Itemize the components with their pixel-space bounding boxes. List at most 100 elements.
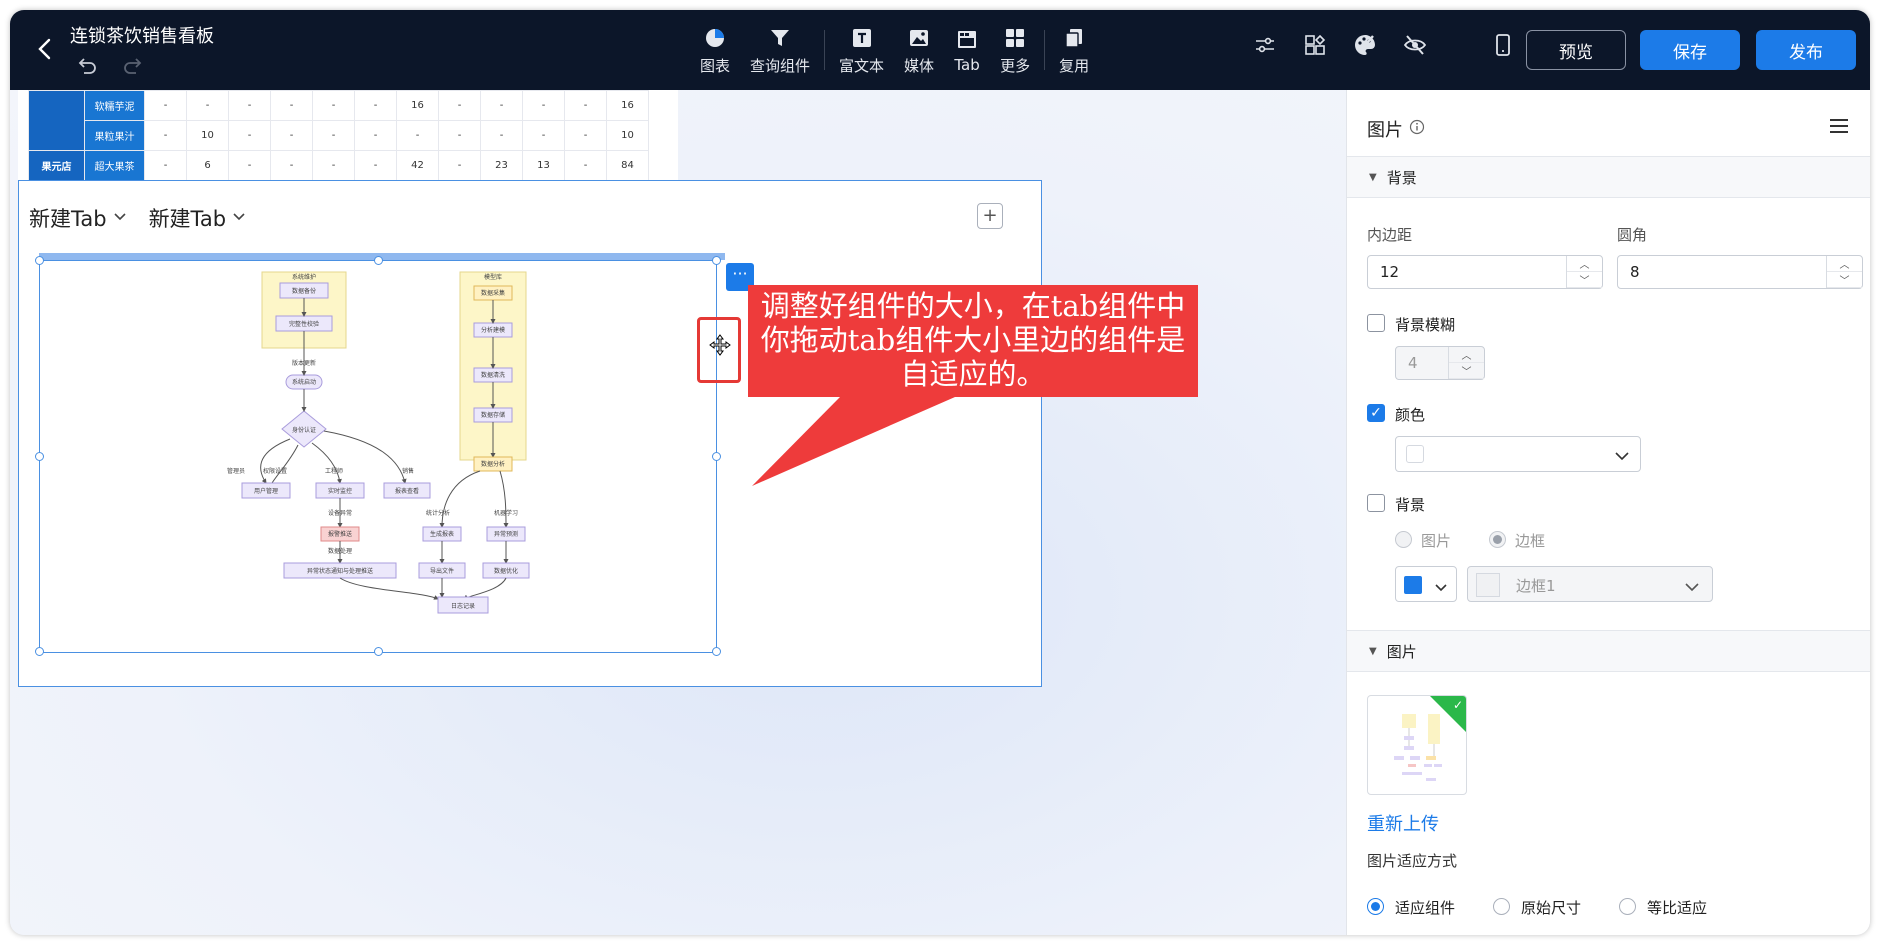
fc-node: 导出文件 (430, 567, 454, 575)
value-cell: - (522, 120, 565, 151)
resize-handle-n[interactable] (374, 256, 383, 265)
tool-more[interactable]: 更多 (990, 10, 1040, 90)
color-checkbox[interactable]: ✓ (1367, 404, 1385, 422)
background-checkbox[interactable] (1367, 494, 1385, 512)
fc-node: 数据采集 (481, 289, 505, 297)
tool-rich-text[interactable]: 富文本 (829, 10, 894, 90)
resize-handle-nw[interactable] (35, 256, 44, 265)
menu-icon[interactable] (1828, 116, 1850, 136)
section-background-header[interactable]: ▼ 背景 (1347, 156, 1870, 198)
tab-label: 新建Tab (148, 207, 227, 231)
tool-reuse[interactable]: 复用 (1049, 10, 1099, 90)
fc-node: 数据清洗 (481, 371, 505, 379)
fit-option-label: 等比适应 (1647, 899, 1708, 917)
padding-input[interactable]: 12 ︿ ﹀ (1367, 255, 1603, 289)
value-cell: - (186, 90, 229, 121)
resize-handle-sw[interactable] (35, 647, 44, 656)
chevron-down-icon (1614, 447, 1630, 466)
section-image-header[interactable]: ▼ 图片 (1347, 630, 1870, 672)
blur-stepper[interactable]: ︿ ﹀ (1448, 347, 1484, 379)
fc-edge-label: 统计分析 (426, 509, 450, 517)
background-label: 背景 (1395, 496, 1426, 514)
chevron-down-icon (1684, 578, 1700, 597)
value-cell: - (312, 120, 355, 151)
tool-query[interactable]: 查询组件 (740, 10, 820, 90)
padding-stepper[interactable]: ︿ ﹀ (1566, 256, 1602, 288)
layout-icon[interactable] (1300, 30, 1330, 60)
value-cell: - (522, 90, 565, 121)
media-icon (906, 25, 932, 51)
bg-border-radio[interactable] (1489, 531, 1506, 548)
value-cell: - (228, 120, 271, 151)
value-cell: - (144, 150, 187, 181)
dashboard-title: 连锁茶饮销售看板 (70, 26, 214, 47)
fc-node: 日志记录 (451, 602, 475, 610)
fc-node: 数据备份 (292, 287, 316, 295)
value-cell: - (228, 90, 271, 121)
resize-handle-w[interactable] (35, 452, 44, 461)
tab-component[interactable]: 新建Tab 新建Tab + 系统维护 模型库 数据备份 完整性校验 系统启动 身… (18, 180, 1042, 687)
fit-original-radio[interactable] (1493, 898, 1510, 915)
value-cell: - (354, 120, 397, 151)
resize-handle-ne[interactable] (712, 256, 721, 265)
chevron-down-icon (232, 210, 246, 226)
tool-media[interactable]: 媒体 (894, 10, 944, 90)
save-button[interactable]: 保存 (1640, 30, 1740, 70)
fc-node: 用户管理 (254, 487, 278, 495)
value-cell: - (354, 150, 397, 181)
image-thumbnail[interactable]: ✓ (1367, 695, 1467, 795)
rich-text-icon (849, 25, 875, 51)
tool-label: 更多 (1000, 56, 1031, 75)
tab-1[interactable]: 新建Tab (29, 203, 127, 233)
value-cell: - (144, 120, 187, 151)
undo-icon[interactable] (74, 54, 100, 80)
radius-value: 8 (1630, 263, 1640, 281)
resize-handle-se[interactable] (712, 647, 721, 656)
mobile-icon[interactable] (1488, 30, 1518, 60)
radius-stepper[interactable]: ︿ ﹀ (1826, 256, 1862, 288)
fc-edge-label: 管理员 (227, 467, 245, 475)
value-cell: - (354, 90, 397, 121)
more-grid-icon (1002, 25, 1028, 51)
color-picker-select[interactable] (1395, 436, 1641, 472)
tab-label: 新建Tab (29, 207, 107, 231)
border-style-select[interactable]: 边框1 (1467, 566, 1713, 602)
padding-label: 内边距 (1367, 226, 1413, 244)
blur-checkbox[interactable] (1367, 314, 1385, 332)
tool-label: 富文本 (839, 56, 885, 75)
value-cell: - (396, 120, 439, 151)
back-icon[interactable] (28, 32, 62, 66)
fit-proportional-radio[interactable] (1619, 898, 1636, 915)
image-component[interactable]: 系统维护 模型库 数据备份 完整性校验 版本更新 系统启动 身份认证 (35, 256, 721, 656)
publish-button[interactable]: 发布 (1756, 30, 1856, 70)
fc-node: 报警推送 (328, 530, 352, 538)
blur-value: 4 (1408, 354, 1418, 372)
reupload-link[interactable]: 重新上传 (1367, 810, 1439, 836)
properties-panel: 图片 ▼ 背景 内边距 圆角 12 ︿﹀ 8 ︿﹀ 背景模糊 4 ︿﹀ ✓ (1346, 90, 1870, 935)
settings-sliders-icon[interactable] (1250, 30, 1280, 60)
chart-icon (702, 25, 728, 51)
redo-icon[interactable] (120, 54, 146, 80)
tool-chart[interactable]: 图表 (690, 10, 740, 90)
radius-input[interactable]: 8 ︿ ﹀ (1617, 255, 1863, 289)
store-cell-blank (28, 90, 85, 151)
value-cell: - (564, 90, 607, 121)
resize-handle-e[interactable] (712, 452, 721, 461)
fit-component-radio[interactable] (1367, 898, 1384, 915)
info-icon[interactable] (1409, 119, 1425, 140)
padding-value: 12 (1380, 263, 1400, 281)
fc-edge-label: 销售 (402, 467, 414, 475)
value-cell: - (144, 90, 187, 121)
preview-button[interactable]: 预览 (1526, 30, 1626, 70)
blur-input[interactable]: 4 ︿ ﹀ (1395, 346, 1485, 380)
theme-palette-icon[interactable] (1350, 30, 1380, 60)
fc-node: 报表查看 (395, 487, 419, 495)
resize-handle-s[interactable] (374, 647, 383, 656)
bg-image-radio[interactable] (1395, 531, 1412, 548)
border-color-select[interactable] (1395, 566, 1457, 602)
value-cell: - (480, 120, 523, 151)
add-tab-button[interactable]: + (977, 203, 1003, 229)
tab-2[interactable]: 新建Tab (149, 203, 247, 233)
tool-tab[interactable]: Tab (944, 10, 990, 90)
hide-eye-icon[interactable] (1400, 30, 1430, 60)
